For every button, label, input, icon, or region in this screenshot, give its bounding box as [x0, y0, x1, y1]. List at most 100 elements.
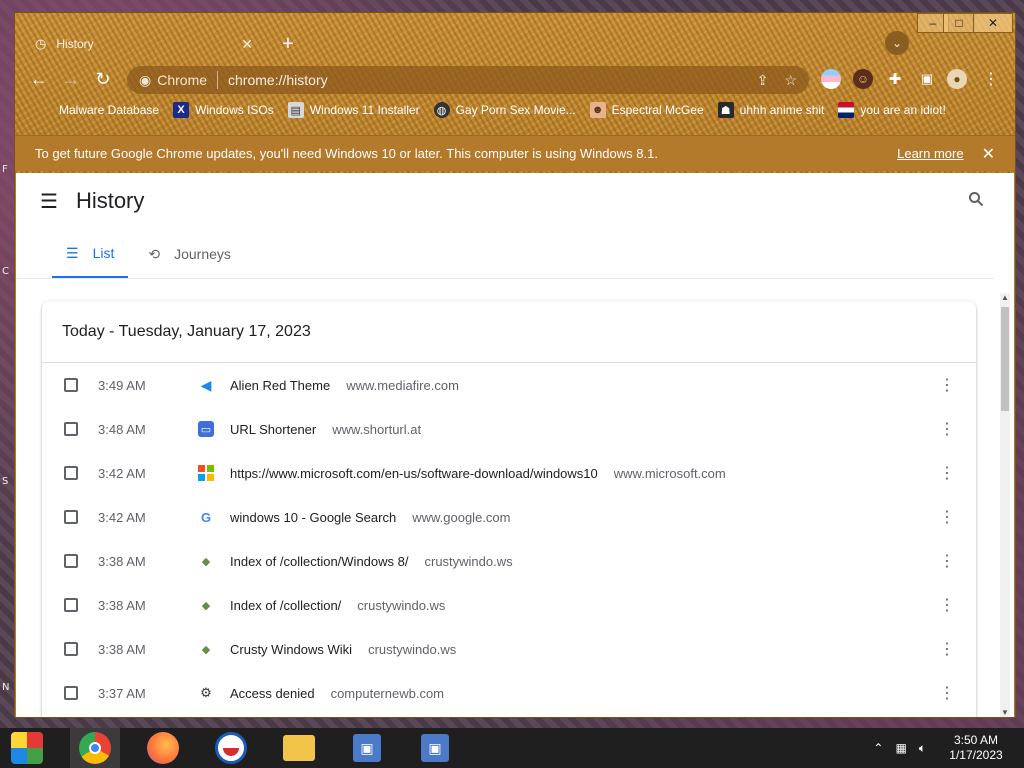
profile-avatar-icon[interactable]: ●: [947, 69, 967, 89]
extension-avatar-icon[interactable]: ☺: [853, 69, 873, 89]
more-actions-icon[interactable]: ⋮: [932, 463, 962, 483]
toolbar: ← → ↻ ◉ Chrome chrome://history ⇪ ☆ ☺ ✚ …: [15, 63, 1015, 95]
more-actions-icon[interactable]: ⋮: [932, 639, 962, 659]
page-scrollbar[interactable]: ▲ ▼: [1000, 293, 1010, 717]
more-actions-icon[interactable]: ⋮: [932, 683, 962, 703]
learn-more-link[interactable]: Learn more: [897, 146, 963, 161]
list-icon: ☰: [66, 244, 79, 261]
site-chip[interactable]: ◉ Chrome: [139, 72, 207, 89]
taskbar-file-explorer[interactable]: [274, 728, 324, 768]
tab-journeys[interactable]: ⟲ Journeys: [134, 230, 245, 278]
microsoft-logo-icon: [198, 465, 214, 481]
row-checkbox[interactable]: [64, 686, 78, 700]
history-row[interactable]: 3:38 AM ◆ Crusty Windows Wiki crustywind…: [42, 627, 976, 671]
desktop-icon-fragment: F: [2, 164, 8, 175]
history-row[interactable]: 3:42 AM G windows 10 - Google Search www…: [42, 495, 976, 539]
taskbar-firefox[interactable]: [138, 728, 188, 768]
history-row[interactable]: 3:42 AM https://www.microsoft.com/en-us/…: [42, 451, 976, 495]
more-actions-icon[interactable]: ⋮: [932, 507, 962, 527]
tab-close-icon[interactable]: ✕: [241, 36, 253, 53]
scrollbar-thumb[interactable]: [1001, 307, 1009, 411]
url-text[interactable]: chrome://history: [228, 72, 741, 88]
taskbar: ▣ ▣ ⌃ ▦ 🔈︎ 3:50 AM 1/17/2023: [0, 728, 1024, 768]
row-checkbox[interactable]: [64, 642, 78, 656]
scroll-up-icon[interactable]: ▲: [1000, 293, 1010, 302]
tab-list[interactable]: ☰ List: [52, 230, 129, 278]
row-title[interactable]: https://www.microsoft.com/en-us/software…: [230, 466, 598, 481]
installer-computer-icon: ▣: [353, 734, 381, 762]
row-time: 3:38 AM: [98, 597, 146, 613]
tray-expand-icon[interactable]: ⌃: [873, 741, 883, 755]
row-domain: www.google.com: [412, 509, 511, 525]
close-window-button[interactable]: ✕: [973, 13, 1013, 33]
back-button[interactable]: ←: [27, 67, 51, 91]
history-row[interactable]: 3:38 AM ◆ Index of /collection/ crustywi…: [42, 583, 976, 627]
taskbar-obama-app[interactable]: [206, 728, 256, 768]
row-title[interactable]: windows 10 - Google Search: [230, 510, 396, 525]
installer-icon: ▤: [287, 102, 304, 118]
bookmark-malware-database[interactable]: Malware Database: [37, 102, 159, 118]
bookmark-blank-icon: [37, 102, 53, 118]
row-title[interactable]: URL Shortener: [230, 422, 316, 437]
row-title[interactable]: Alien Red Theme: [230, 378, 330, 393]
bookmark-star-icon[interactable]: ☆: [784, 72, 797, 89]
history-clock-icon: ◷: [35, 36, 47, 51]
address-bar[interactable]: ◉ Chrome chrome://history ⇪ ☆: [127, 66, 809, 94]
row-checkbox[interactable]: [64, 378, 78, 392]
close-icon[interactable]: ✕: [982, 144, 995, 164]
history-row[interactable]: 3:48 AM ▭ URL Shortener www.shorturl.at …: [42, 407, 976, 451]
row-title[interactable]: Index of /collection/: [230, 598, 341, 613]
chrome-icon: [79, 732, 111, 764]
more-actions-icon[interactable]: ⋮: [932, 595, 962, 615]
history-row[interactable]: 3:37 AM ⚙ Access denied computernewb.com…: [42, 671, 976, 715]
side-panel-icon[interactable]: ▣: [917, 69, 937, 89]
bookmark-windows-isos[interactable]: X Windows ISOs: [173, 102, 274, 118]
history-row[interactable]: 3:38 AM ◆ Index of /collection/Windows 8…: [42, 539, 976, 583]
network-icon[interactable]: ▦: [895, 741, 906, 755]
row-checkbox[interactable]: [64, 554, 78, 568]
extensions-puzzle-icon[interactable]: ✚: [885, 69, 905, 89]
row-title[interactable]: Crusty Windows Wiki: [230, 642, 352, 657]
bookmark-windows-11-installer[interactable]: ▤ Windows 11 Installer: [287, 102, 420, 118]
more-actions-icon[interactable]: ⋮: [932, 375, 962, 395]
row-title[interactable]: Access denied: [230, 686, 315, 701]
chrome-menu-icon[interactable]: ⋮: [981, 69, 1001, 89]
bookmark-label: Gay Porn Sex Movie...: [455, 103, 576, 117]
row-time: 3:49 AM: [98, 377, 146, 393]
taskbar-chrome[interactable]: [70, 728, 120, 768]
row-checkbox[interactable]: [64, 422, 78, 436]
extension-flag-icon[interactable]: [821, 69, 841, 89]
forward-button[interactable]: →: [59, 67, 83, 91]
bookmark-you-are-an-idiot[interactable]: you are an idiot!: [838, 102, 946, 118]
bookmark-anime[interactable]: ☗ uhhh anime shit: [717, 102, 824, 118]
scroll-down-icon[interactable]: ▼: [1000, 708, 1010, 717]
clock-date: 1/17/2023: [949, 748, 1003, 762]
taskbar-app-2[interactable]: ▣: [410, 728, 460, 768]
start-orb-icon: [11, 732, 43, 764]
volume-icon[interactable]: 🔈︎: [919, 741, 926, 756]
start-button[interactable]: [2, 728, 52, 768]
bookmark-label: Espectral McGee: [611, 103, 704, 117]
x-logo-icon: X: [173, 102, 190, 118]
history-row[interactable]: 3:49 AM ◀ Alien Red Theme www.mediafire.…: [42, 363, 976, 407]
bookmark-movie-site[interactable]: ◍ Gay Porn Sex Movie...: [433, 102, 576, 118]
chrome-icon: ◉: [139, 71, 152, 88]
bookmark-espectral-mcgee[interactable]: ☻ Espectral McGee: [589, 102, 704, 118]
maximize-button[interactable]: □: [943, 13, 975, 33]
tab-search-button[interactable]: ⌄: [885, 31, 909, 55]
row-checkbox[interactable]: [64, 598, 78, 612]
tab-history[interactable]: ◷ History ✕: [25, 27, 263, 61]
row-checkbox[interactable]: [64, 466, 78, 480]
new-tab-button[interactable]: +: [277, 33, 299, 55]
more-actions-icon[interactable]: ⋮: [932, 551, 962, 571]
more-actions-icon[interactable]: ⋮: [932, 419, 962, 439]
page-header: ☰ History: [16, 173, 1014, 229]
system-clock[interactable]: 3:50 AM 1/17/2023: [938, 733, 1014, 763]
hamburger-menu-icon[interactable]: ☰: [40, 189, 58, 214]
reload-button[interactable]: ↻: [91, 67, 115, 91]
share-icon[interactable]: ⇪: [757, 72, 769, 89]
taskbar-app-1[interactable]: ▣: [342, 728, 392, 768]
row-title[interactable]: Index of /collection/Windows 8/: [230, 554, 408, 569]
row-checkbox[interactable]: [64, 510, 78, 524]
search-icon[interactable]: [968, 191, 984, 212]
